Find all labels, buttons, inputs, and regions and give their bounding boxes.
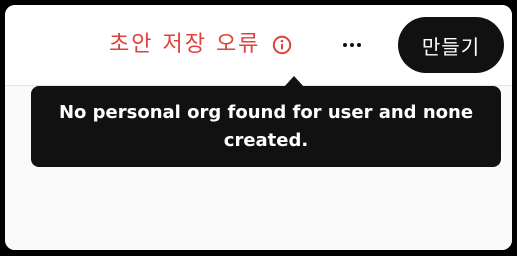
top-bar: 초안 저장 오류 만들기: [5, 5, 512, 86]
create-button[interactable]: 만들기: [398, 17, 504, 73]
info-icon[interactable]: [272, 35, 292, 55]
error-tooltip-message: No personal org found for user and none …: [58, 101, 474, 151]
draft-save-error-status[interactable]: 초안 저장 오류: [109, 30, 292, 60]
error-tooltip: No personal org found for user and none …: [31, 86, 501, 167]
app-window: 초안 저장 오류 만들기 No personal org found for u…: [5, 5, 512, 250]
draft-save-error-label: 초안 저장 오류: [109, 32, 261, 57]
more-options-button[interactable]: [338, 33, 366, 57]
more-horizontal-icon: [343, 43, 361, 47]
